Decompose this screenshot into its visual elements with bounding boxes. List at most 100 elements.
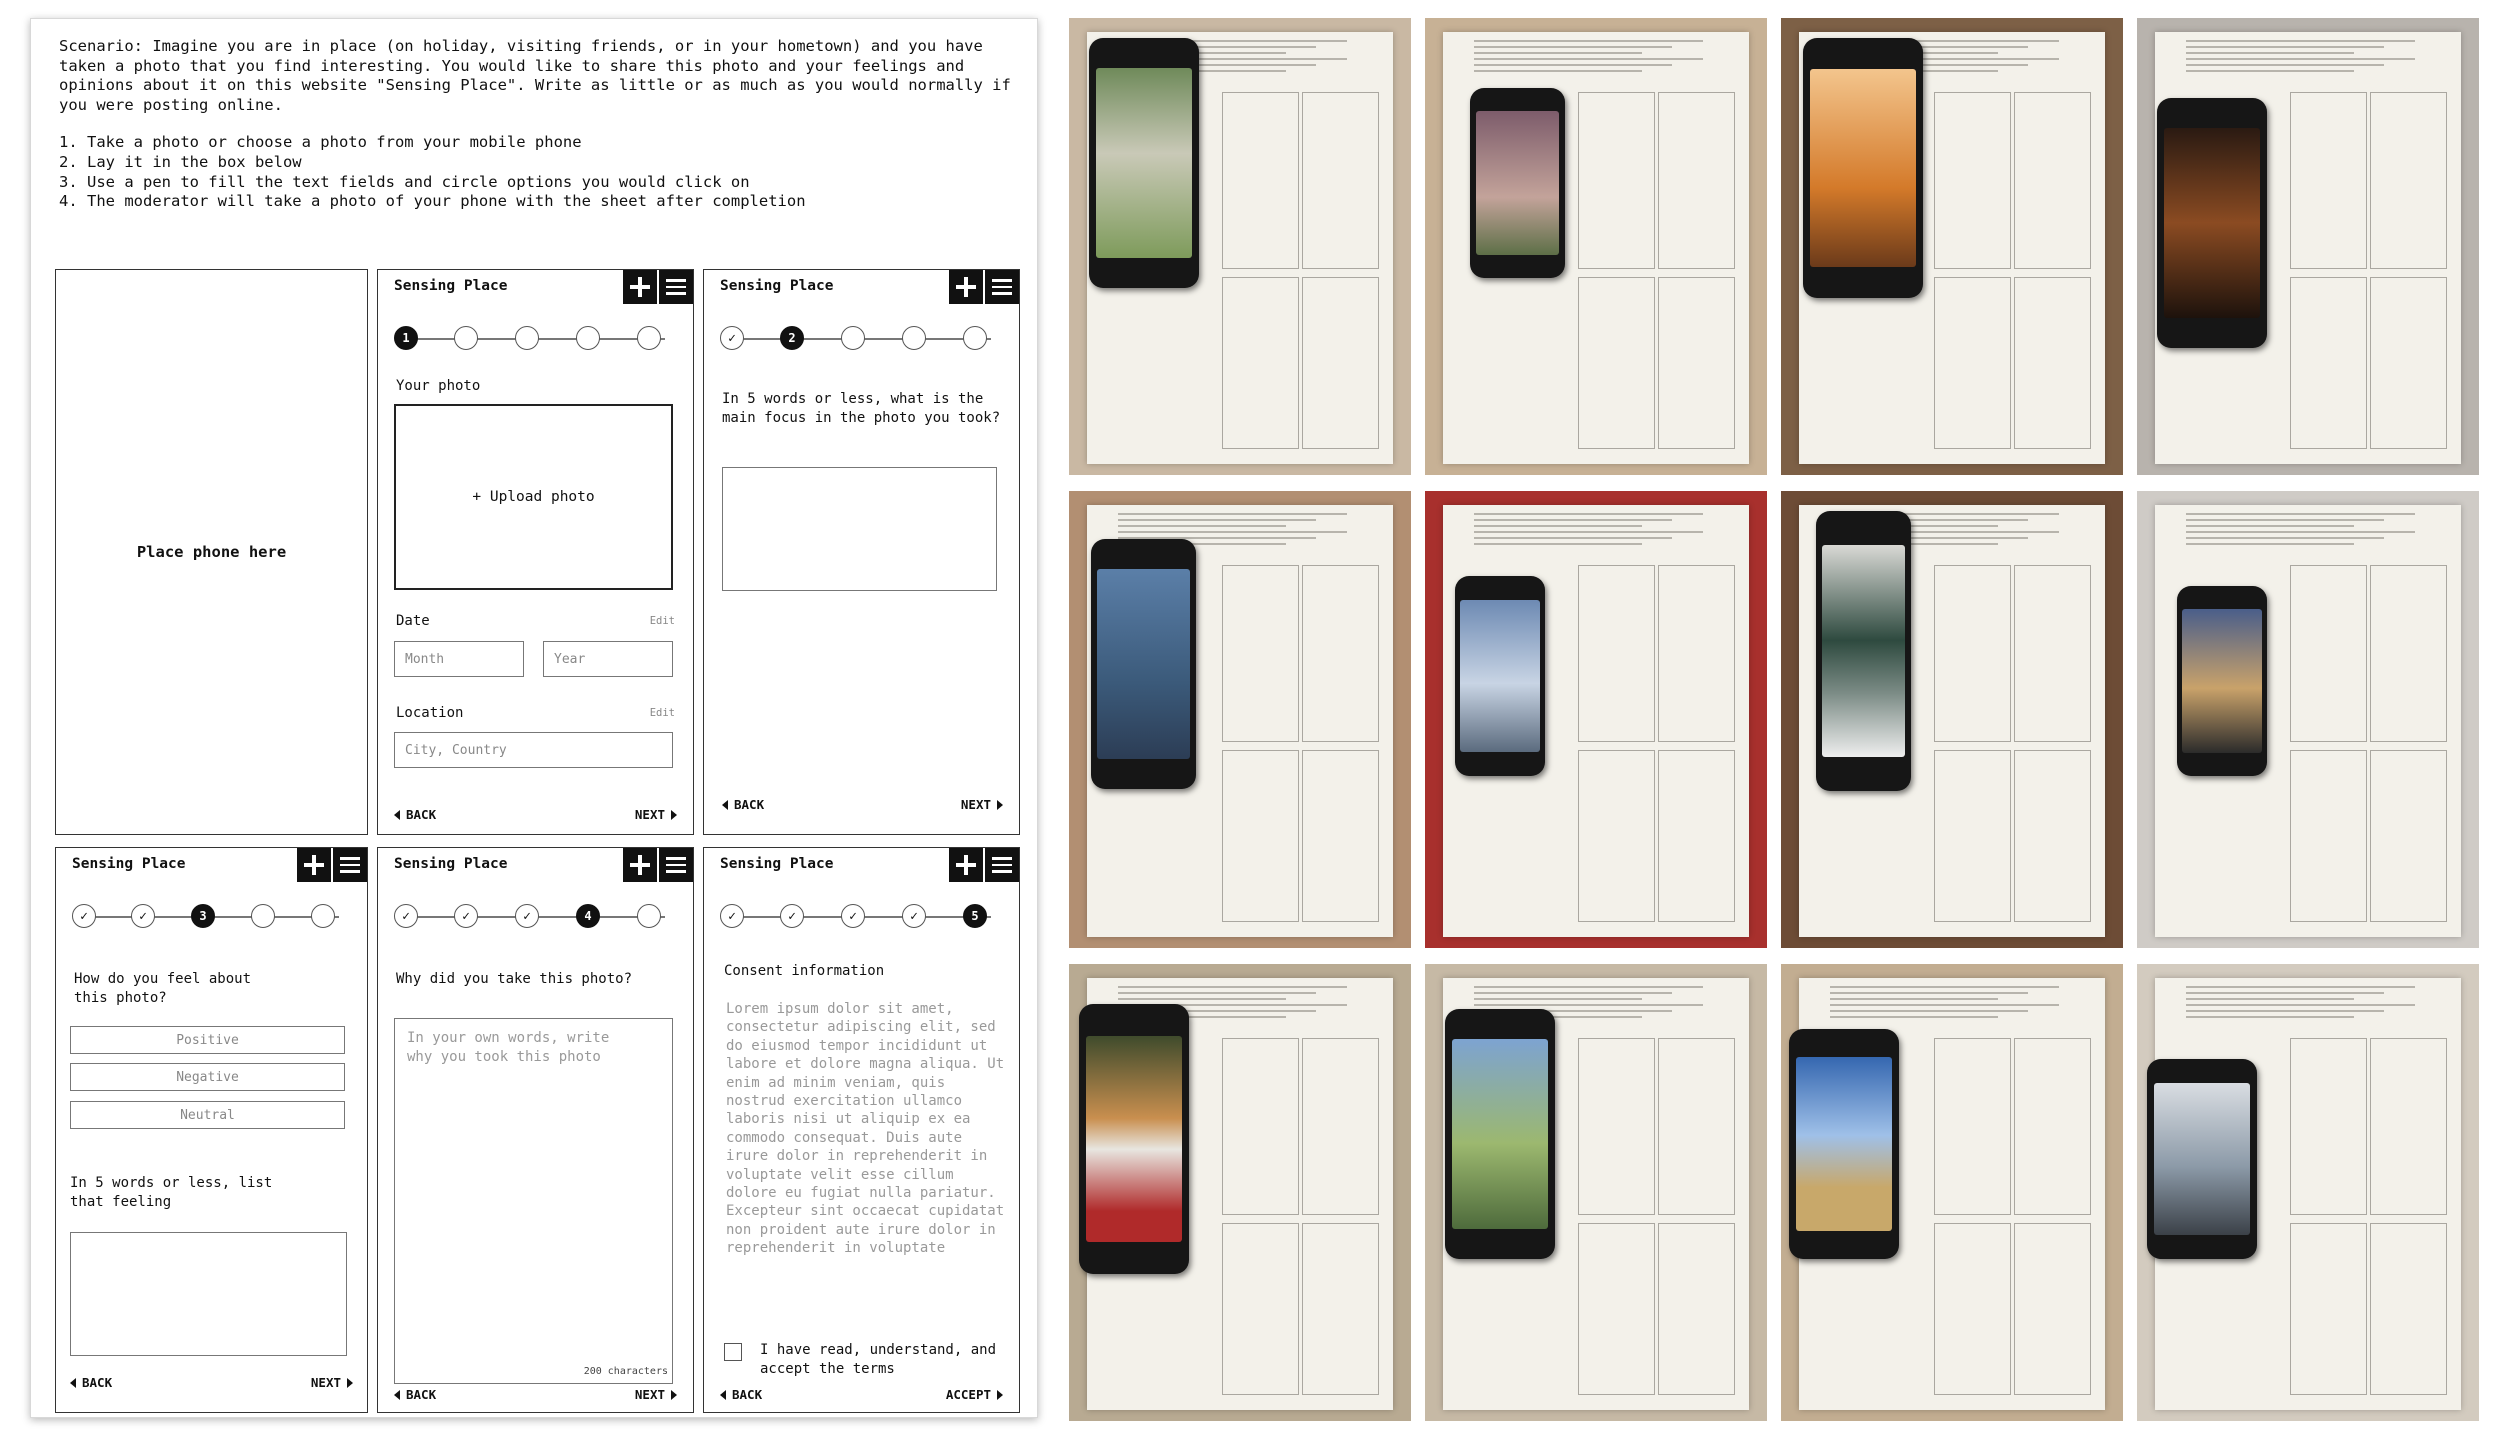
add-button[interactable] (949, 848, 983, 882)
year-input[interactable]: Year (543, 641, 673, 677)
location-edit-link[interactable]: Edit (650, 707, 675, 719)
participant-photo (1069, 18, 1411, 475)
menu-button[interactable] (985, 848, 1019, 882)
consent-label: I have read, understand, and accept the … (760, 1342, 997, 1377)
step-dot-current: 3 (191, 904, 215, 928)
mobile-phone (1091, 539, 1196, 789)
caret-left-icon (70, 1377, 76, 1388)
add-button[interactable] (297, 848, 331, 882)
option-neutral[interactable]: Neutral (70, 1101, 345, 1129)
plus-icon (630, 855, 650, 875)
app-title: Sensing Place (394, 278, 508, 294)
caret-left-icon (394, 1389, 400, 1400)
accept-label: ACCEPT (945, 1387, 991, 1402)
step-dot (637, 904, 661, 928)
back-label: BACK (406, 807, 437, 822)
progress-stepper: ✓ 2 (720, 326, 1003, 352)
location-input[interactable]: City, Country (394, 732, 673, 768)
caret-right-icon (347, 1377, 353, 1388)
menu-button[interactable] (659, 848, 693, 882)
consent-checkbox[interactable] (724, 1343, 742, 1361)
instruction-step: 4. The moderator will take a photo of yo… (59, 192, 806, 211)
back-button[interactable]: BACK (70, 1375, 112, 1390)
back-label: BACK (82, 1375, 113, 1390)
step-dot (963, 326, 987, 350)
back-button[interactable]: BACK (722, 797, 764, 812)
caret-left-icon (720, 1389, 726, 1400)
participant-photo (1425, 491, 1767, 948)
progress-stepper: ✓ ✓ 3 (72, 904, 351, 930)
caret-right-icon (997, 1389, 1003, 1400)
screen-step-5: Sensing Place ✓ ✓ ✓ ✓ 5 Consent informat… (703, 847, 1020, 1413)
participant-photo (2137, 18, 2479, 475)
option-positive[interactable]: Positive (70, 1026, 345, 1054)
date-label: Date (396, 613, 430, 629)
month-input[interactable]: Month (394, 641, 524, 677)
mobile-phone (1803, 38, 1923, 298)
menu-button[interactable] (659, 270, 693, 304)
next-button[interactable]: NEXT (635, 1387, 677, 1402)
consent-body: Lorem ipsum dolor sit amet, consectetur … (726, 1001, 1005, 1257)
phone-screen-photo (1810, 69, 1916, 267)
step-dot (841, 326, 865, 350)
participant-photo (2137, 964, 2479, 1421)
add-button[interactable] (623, 270, 657, 304)
add-button[interactable] (623, 848, 657, 882)
next-label: NEXT (310, 1375, 341, 1390)
step-dot-current: 2 (780, 326, 804, 350)
hamburger-menu-icon (666, 857, 686, 873)
app-header: Sensing Place (704, 848, 1019, 888)
progress-stepper: ✓ ✓ ✓ ✓ 5 (720, 904, 1003, 930)
check-icon: ✓ (902, 904, 926, 928)
upload-photo-button[interactable]: + Upload photo (394, 404, 673, 590)
menu-button[interactable] (333, 848, 367, 882)
next-button[interactable]: NEXT (311, 1375, 353, 1390)
feeling-followup: In 5 words or less, list that feeling (70, 1175, 273, 1210)
step-dot (454, 326, 478, 350)
step-dot-current: 5 (963, 904, 987, 928)
plus-icon (956, 855, 976, 875)
participant-photo (2137, 491, 2479, 948)
phone-screen-photo (2182, 608, 2262, 754)
check-icon: ✓ (780, 904, 804, 928)
next-button[interactable]: NEXT (635, 807, 677, 822)
option-negative[interactable]: Negative (70, 1063, 345, 1091)
mobile-phone (1079, 1004, 1189, 1274)
plus-icon (630, 277, 650, 297)
your-photo-label: Your photo (396, 378, 481, 394)
step-dot (902, 326, 926, 350)
phone-screen-photo (2163, 128, 2261, 318)
caret-right-icon (671, 1389, 677, 1400)
instruction-step: 1. Take a photo or choose a photo from y… (59, 133, 582, 152)
mobile-phone (2147, 1059, 2257, 1259)
plus-icon (956, 277, 976, 297)
reason-question: Why did you take this photo? (396, 971, 633, 987)
participant-photo (1425, 18, 1767, 475)
scenario-text: Scenario: Imagine you are in place (on h… (59, 37, 1011, 114)
date-edit-link[interactable]: Edit (650, 615, 675, 627)
next-button[interactable]: NEXT (961, 797, 1003, 812)
back-button[interactable]: BACK (394, 1387, 436, 1402)
screen-step-4: Sensing Place ✓ ✓ ✓ 4 Why did you take t… (377, 847, 694, 1413)
menu-button[interactable] (985, 270, 1019, 304)
reason-answer-field[interactable]: In your own words, write why you took th… (394, 1018, 673, 1384)
character-limit: 200 characters (583, 1366, 668, 1377)
back-button[interactable]: BACK (720, 1387, 762, 1402)
phone-screen-photo (1475, 110, 1560, 256)
mobile-phone (1089, 38, 1199, 288)
screen-step-2: Sensing Place ✓ 2 In 5 words or less, wh… (703, 269, 1020, 835)
back-button[interactable]: BACK (394, 807, 436, 822)
mobile-phone (1789, 1029, 1899, 1259)
feeling-answer-field[interactable] (70, 1232, 347, 1356)
check-icon: ✓ (394, 904, 418, 928)
focus-answer-field[interactable] (722, 467, 997, 591)
app-title: Sensing Place (720, 278, 834, 294)
app-header: Sensing Place (56, 848, 367, 888)
step-dot-current: 1 (394, 326, 418, 350)
app-header: Sensing Place (704, 270, 1019, 310)
back-label: BACK (734, 797, 765, 812)
add-button[interactable] (949, 270, 983, 304)
caret-right-icon (671, 809, 677, 820)
mobile-phone (2177, 586, 2267, 776)
accept-button[interactable]: ACCEPT (946, 1387, 1003, 1402)
